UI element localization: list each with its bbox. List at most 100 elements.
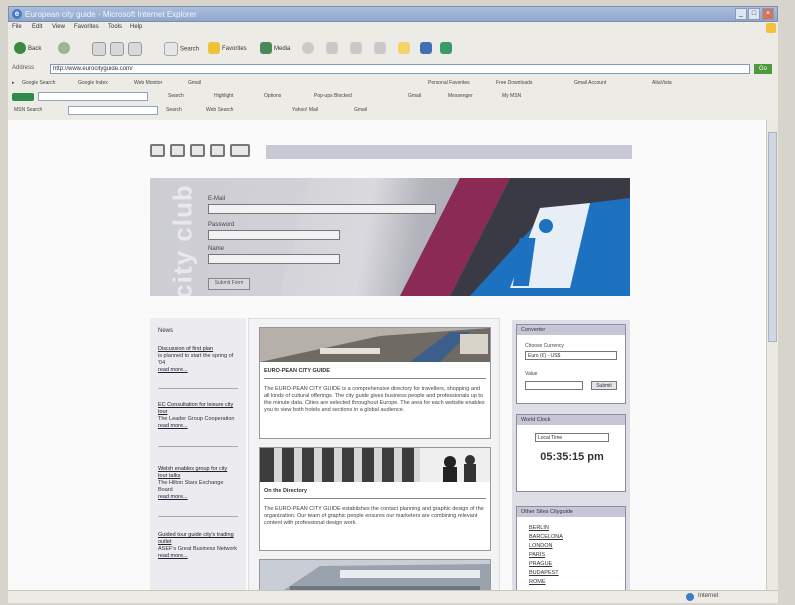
city-link[interactable]: PARIS: [529, 552, 545, 558]
security-zone: Internet: [698, 593, 719, 599]
toolbar-highlight-button[interactable]: Highlight: [214, 93, 233, 99]
search-icon: [164, 42, 178, 56]
folder-button[interactable]: [398, 42, 412, 56]
menu-bar: File Edit View Favorites Tools Help: [8, 22, 778, 34]
msn-gmail-button[interactable]: Gmail: [354, 107, 367, 113]
history-button[interactable]: [302, 42, 316, 56]
toolbar-search-input[interactable]: [38, 92, 148, 101]
menu-help[interactable]: Help: [130, 24, 142, 30]
menu-favorites[interactable]: Favorites: [74, 24, 99, 30]
toolbar-gmail-button[interactable]: Gmail: [408, 93, 421, 99]
link-item[interactable]: Google Index: [78, 80, 108, 86]
toolbar-search-button[interactable]: Search: [168, 93, 184, 99]
windows-logo-icon: [766, 23, 776, 33]
link-item[interactable]: Google Search: [22, 80, 55, 86]
messenger-button[interactable]: [420, 42, 434, 56]
city-link[interactable]: BARCELONA: [529, 534, 563, 540]
back-arrow-icon: [14, 42, 26, 55]
edit-button[interactable]: [374, 42, 388, 56]
city-link[interactable]: LONDON: [529, 543, 553, 549]
ie-logo-icon: e: [12, 9, 22, 19]
msn-search-button[interactable]: Search: [166, 107, 182, 113]
go-button[interactable]: Go: [754, 64, 772, 74]
value-input[interactable]: [525, 381, 583, 390]
refresh-button[interactable]: [110, 42, 126, 56]
vertical-scrollbar[interactable]: [766, 120, 778, 590]
city-link[interactable]: ROME: [529, 579, 546, 585]
currency-select[interactable]: Euro (€) - US$: [525, 351, 617, 360]
divider: [264, 498, 486, 499]
toolbar-popups-button[interactable]: Pop-ups Blocked: [314, 93, 352, 99]
address-bar: Address Go: [8, 62, 778, 77]
tab-mail-icon[interactable]: [230, 144, 250, 157]
mail-icon: [326, 42, 338, 55]
edit-icon: [374, 42, 386, 55]
mail-button[interactable]: [326, 42, 340, 56]
maximize-button[interactable]: □: [748, 8, 760, 20]
link-item[interactable]: Free Downloads: [496, 80, 532, 86]
address-input[interactable]: [50, 64, 750, 74]
minimize-button[interactable]: _: [735, 8, 747, 20]
news-item: Guided tour guide city's trading outlet …: [158, 532, 238, 560]
msn-mail-button[interactable]: Yahoo! Mail: [292, 107, 318, 113]
back-button[interactable]: Back: [14, 42, 41, 56]
city-link[interactable]: BUDAPEST: [529, 570, 559, 576]
timezone-select[interactable]: Local Time: [535, 433, 609, 442]
world-clock-panel: World Clock Local Time 05:35:15 pm: [516, 414, 626, 492]
msn-search-label: MSN Search: [14, 107, 43, 113]
menu-tools[interactable]: Tools: [108, 24, 122, 30]
msn-web-search-button[interactable]: Web Search: [206, 107, 233, 113]
stop-button[interactable]: [92, 42, 108, 56]
tab-info-icon[interactable]: [190, 144, 205, 157]
home-button[interactable]: [128, 42, 144, 56]
city-link[interactable]: PRAGUE: [529, 561, 552, 567]
password-field[interactable]: [208, 230, 340, 240]
news-title-link[interactable]: Discussion of first plan: [158, 346, 238, 353]
news-item: Welsh enables group for city tour talks …: [158, 466, 238, 501]
toolbar-options-button[interactable]: Options: [264, 93, 281, 99]
convert-button[interactable]: Submit: [591, 381, 617, 390]
scrollbar-thumb[interactable]: [768, 132, 777, 342]
read-more-link[interactable]: read more...: [158, 423, 238, 430]
link-item[interactable]: Web Monitor: [134, 80, 162, 86]
email-field[interactable]: [208, 204, 436, 214]
read-more-link[interactable]: read more...: [158, 553, 238, 560]
toolbar-msn-button[interactable]: My MSN: [502, 93, 521, 99]
globe-icon: [686, 593, 694, 601]
address-label: Address: [12, 65, 35, 71]
forward-button[interactable]: [58, 42, 72, 56]
news-title-link[interactable]: Welsh enables group for city tour talks: [158, 466, 238, 480]
menu-edit[interactable]: Edit: [32, 24, 42, 30]
article-photo: [260, 560, 490, 590]
submit-form-button[interactable]: Submit Form: [208, 278, 250, 290]
name-field[interactable]: [208, 254, 340, 264]
tab-print-icon[interactable]: [170, 144, 185, 157]
link-item[interactable]: Personal Favorites: [428, 80, 470, 86]
menu-view[interactable]: View: [52, 24, 65, 30]
read-more-link[interactable]: read more...: [158, 494, 238, 501]
menu-file[interactable]: File: [12, 24, 22, 30]
msn-search-input[interactable]: [68, 106, 158, 115]
research-button[interactable]: [440, 42, 454, 56]
sister-sites-panel: Other Sites Cityguide BERLIN BARCELONA L…: [516, 506, 626, 590]
tab-contact-icon[interactable]: [210, 144, 225, 157]
news-title-link[interactable]: EC Consultation for leisure city tour: [158, 402, 238, 416]
standard-toolbar: Back Search Favorites Media: [8, 34, 778, 63]
tab-home-icon[interactable]: [150, 144, 165, 157]
read-more-link[interactable]: read more...: [158, 367, 238, 374]
link-item[interactable]: AltaVista: [652, 80, 672, 86]
city-link[interactable]: BERLIN: [529, 525, 549, 531]
favorites-button[interactable]: Favorites: [208, 42, 247, 56]
link-item[interactable]: Gmail Account: [574, 80, 606, 86]
messenger-icon: [420, 42, 432, 55]
news-title-link[interactable]: Guided tour guide city's trading outlet: [158, 532, 238, 546]
print-button[interactable]: [350, 42, 364, 56]
media-button[interactable]: Media: [260, 42, 290, 56]
close-button[interactable]: ×: [762, 8, 774, 20]
article-photo: [260, 448, 490, 482]
form-label: Name: [208, 246, 225, 252]
refresh-icon: [110, 42, 124, 56]
link-item[interactable]: Gmail: [188, 80, 201, 86]
search-button[interactable]: Search: [164, 42, 199, 56]
toolbar-messenger-button[interactable]: Messenger: [448, 93, 473, 99]
